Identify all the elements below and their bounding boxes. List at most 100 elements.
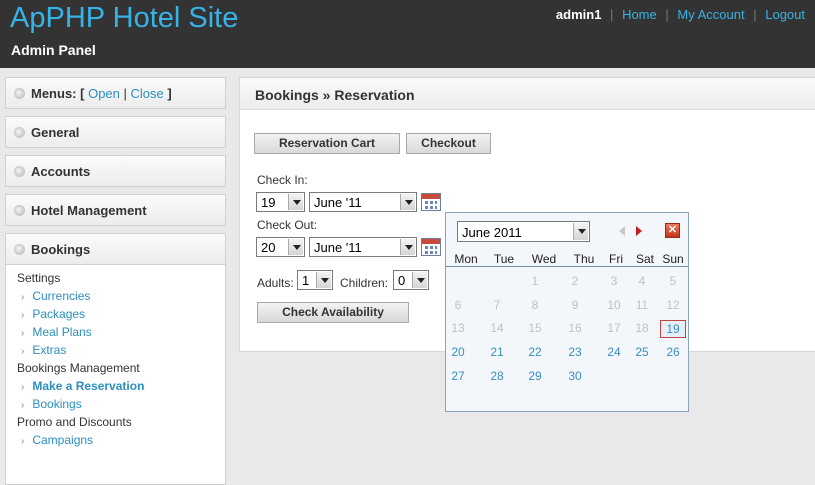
calendar-day[interactable]: 29 — [522, 368, 548, 386]
bookings-submenu: Settings › Currencies › Packages › Meal Pla… — [5, 265, 226, 485]
sidebar: Menus: [ Open | Close ] General Accounts… — [5, 77, 226, 485]
calendar-day: 11 — [635, 298, 649, 312]
chevron-down-icon — [400, 194, 415, 210]
calendar-day: 9 — [571, 298, 579, 312]
calendar-day[interactable]: 28 — [484, 368, 510, 386]
weekday-sat: Sat — [635, 252, 654, 266]
checkout-button[interactable]: Checkout — [406, 133, 491, 154]
chevron-down-icon — [288, 194, 303, 210]
menus-header: Menus: [ Open | Close ] — [5, 77, 226, 109]
chevron-right-icon: › — [21, 328, 25, 339]
calendar-day[interactable]: 22 — [522, 344, 548, 362]
calendar-day: 2 — [571, 274, 579, 288]
calendar-day: 15 — [528, 321, 542, 335]
check-in-label: Check In: — [257, 173, 308, 187]
sidebar-section-bookings[interactable]: Bookings — [5, 233, 226, 265]
menus-label: Menus: [ — [31, 86, 85, 101]
calendar-day: 3 — [610, 274, 618, 288]
logout-link[interactable]: Logout — [765, 7, 805, 22]
calendar-icon[interactable] — [421, 193, 441, 211]
bullet-icon — [14, 244, 25, 255]
bullet-icon — [14, 127, 25, 138]
breadcrumb: Bookings » Reservation — [240, 78, 815, 110]
weekday-sun: Sun — [662, 252, 684, 266]
chevron-down-icon — [400, 239, 415, 255]
home-link[interactable]: Home — [622, 7, 657, 22]
calendar-month-select[interactable]: June 2011 — [457, 221, 590, 242]
close-icon[interactable]: ✕ — [665, 223, 680, 238]
chevron-down-icon — [288, 239, 303, 255]
chevron-right-icon: › — [21, 292, 25, 303]
sidebar-section-accounts[interactable]: Accounts — [5, 155, 226, 187]
sidebar-item-bookings[interactable]: › Bookings — [17, 395, 225, 413]
calendar-day[interactable]: 26 — [660, 344, 686, 362]
adults-select[interactable]: 1 — [297, 270, 333, 290]
calendar-day[interactable]: 25 — [629, 344, 655, 362]
sidebar-item-currencies[interactable]: › Currencies — [17, 287, 225, 305]
bullet-icon — [14, 205, 25, 216]
sidebar-item-extras[interactable]: › Extras — [17, 341, 225, 359]
prev-month-icon[interactable] — [619, 226, 625, 236]
calendar-day[interactable]: 19 — [660, 320, 686, 338]
next-month-icon[interactable] — [636, 226, 642, 236]
current-user: admin1 — [555, 7, 602, 22]
check-availability-button[interactable]: Check Availability — [257, 302, 409, 323]
site-title[interactable]: ApPHP Hotel Site — [10, 2, 238, 35]
top-nav: admin1 | Home | My Account | Logout — [555, 7, 805, 22]
calendar-day[interactable]: 21 — [484, 344, 510, 362]
sidebar-item-campaigns[interactable]: › Campaigns — [17, 431, 225, 449]
weekday-mon: Mon — [454, 252, 478, 266]
reservation-cart-button[interactable]: Reservation Cart — [254, 133, 400, 154]
calendar-popup: June 2011 ✕ Mon Tue Wed Thu Fri Sat Sun 123456… — [445, 212, 689, 412]
chevron-right-icon: › — [21, 400, 25, 411]
calendar-day: 5 — [669, 274, 677, 288]
sidebar-section-hotel-management[interactable]: Hotel Management — [5, 194, 226, 226]
weekday-wed: Wed — [531, 252, 557, 266]
adults-label: Adults: — [257, 276, 294, 290]
chevron-right-icon: › — [21, 436, 25, 447]
check-in-month-select[interactable]: June '11 — [309, 192, 417, 212]
calendar-day: 13 — [451, 321, 465, 335]
my-account-link[interactable]: My Account — [677, 7, 744, 22]
calendar-day: 4 — [638, 274, 646, 288]
calendar-day: 18 — [635, 321, 649, 335]
calendar-day: 16 — [568, 321, 582, 335]
sidebar-item-packages[interactable]: › Packages — [17, 305, 225, 323]
sidebar-item-make-reservation[interactable]: › Make a Reservation — [17, 377, 225, 395]
calendar-day[interactable]: 27 — [445, 368, 471, 386]
calendar-day: 12 — [666, 298, 680, 312]
bullet-icon — [14, 88, 25, 99]
chevron-right-icon: › — [21, 382, 25, 393]
submenu-group-promo: Promo and Discounts — [17, 415, 132, 429]
calendar-day: 8 — [531, 298, 539, 312]
calendar-day: 17 — [607, 321, 621, 335]
sidebar-section-general[interactable]: General — [5, 116, 226, 148]
calendar-day[interactable]: 30 — [562, 368, 588, 386]
top-header: ApPHP Hotel Site Admin Panel admin1 | Ho… — [0, 0, 815, 68]
calendar-day[interactable]: 23 — [562, 344, 588, 362]
sidebar-item-meal-plans[interactable]: › Meal Plans — [17, 323, 225, 341]
calendar-day: 14 — [490, 321, 504, 335]
calendar-day: 6 — [454, 298, 462, 312]
submenu-group-settings: Settings — [17, 271, 61, 285]
check-in-day-select[interactable]: 19 — [256, 192, 305, 212]
check-out-label: Check Out: — [257, 218, 318, 232]
children-label: Children: — [340, 276, 389, 290]
check-out-day-select[interactable]: 20 — [256, 237, 305, 257]
children-select[interactable]: 0 — [393, 270, 429, 290]
weekday-tue: Tue — [493, 252, 515, 266]
calendar-day[interactable]: 20 — [445, 344, 471, 362]
admin-panel-label: Admin Panel — [11, 42, 96, 58]
bullet-icon — [14, 166, 25, 177]
menus-close-link[interactable]: Close — [131, 86, 164, 101]
check-out-month-select[interactable]: June '11 — [309, 237, 417, 257]
chevron-down-icon — [573, 223, 588, 240]
submenu-group-bookings-management: Bookings Management — [17, 361, 140, 375]
calendar-icon[interactable] — [421, 238, 441, 256]
menus-open-link[interactable]: Open — [88, 86, 120, 101]
calendar-day[interactable]: 24 — [601, 344, 627, 362]
chevron-down-icon — [316, 272, 331, 288]
calendar-day: 1 — [531, 274, 539, 288]
calendar-weekday-header: Mon Tue Wed Thu Fri Sat Sun — [446, 250, 688, 267]
chevron-right-icon: › — [21, 346, 25, 357]
